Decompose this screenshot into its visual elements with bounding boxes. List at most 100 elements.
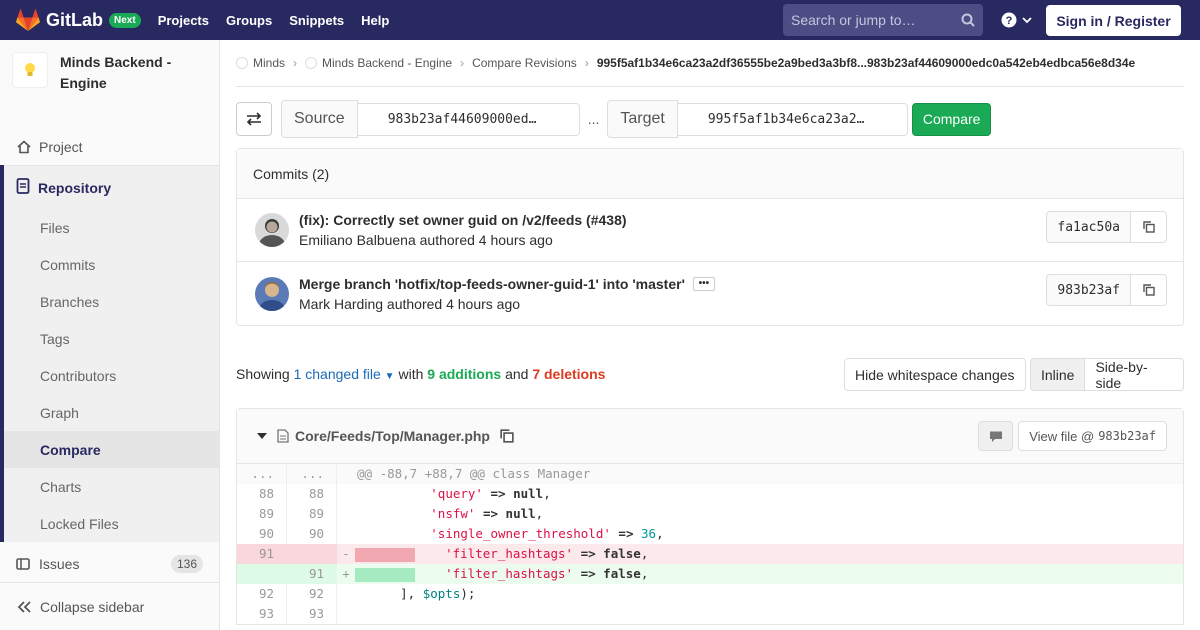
line-number-new[interactable]: 91	[287, 564, 337, 584]
help-dropdown[interactable]: ?	[1001, 12, 1033, 28]
hide-whitespace-button[interactable]: Hide whitespace changes	[844, 358, 1026, 391]
diff-line: 90 90 'single_owner_threshold' => 36,	[237, 524, 1183, 544]
commit-sha[interactable]: fa1ac50a	[1046, 211, 1131, 243]
line-number-old[interactable]: 90	[237, 524, 287, 544]
line-number-old[interactable]: 91	[237, 544, 287, 564]
issues-count-badge: 136	[170, 555, 203, 573]
breadcrumb-current[interactable]: 995f5af1b34e6ca23a2df36555be2a9bed3a3bf8…	[597, 56, 1135, 70]
diff-line: 88 88 'query' => null,	[237, 484, 1183, 504]
line-number-old[interactable]: 88	[237, 484, 287, 504]
home-icon	[16, 139, 32, 154]
nav-groups[interactable]: Groups	[226, 13, 272, 28]
sidebar-item-commits[interactable]: Commits	[4, 246, 219, 283]
avatar[interactable]	[255, 276, 289, 311]
sidebar-item-project[interactable]: Project	[0, 128, 219, 165]
issues-icon	[16, 557, 32, 571]
copy-sha-button[interactable]	[1131, 211, 1167, 243]
sidebar-item-repository[interactable]: Repository	[4, 165, 219, 209]
code-line: 'filter_hashtags' => false,	[355, 564, 1183, 584]
line-number-old[interactable]	[237, 564, 287, 584]
commit-row: (fix): Correctly set owner guid on /v2/f…	[237, 199, 1183, 262]
line-number-new[interactable]: 93	[287, 604, 337, 624]
sidebar-item-graph[interactable]: Graph	[4, 394, 219, 431]
line-number-new[interactable]: 89	[287, 504, 337, 524]
target-label: Target	[607, 100, 678, 138]
nav-help[interactable]: Help	[361, 13, 389, 28]
side-by-side-button[interactable]: Side-by-side	[1085, 358, 1184, 391]
chevron-right-icon: ›	[584, 56, 589, 70]
breadcrumb-minds[interactable]: Minds	[236, 56, 285, 70]
view-file-sha: 983b23af	[1098, 429, 1156, 443]
breadcrumb-project[interactable]: Minds Backend - Engine	[305, 56, 452, 70]
sidebar-item-locked-files[interactable]: Locked Files	[4, 505, 219, 542]
nav-snippets[interactable]: Snippets	[289, 13, 344, 28]
compare-button[interactable]: Compare	[911, 102, 992, 136]
swap-revisions-button[interactable]	[236, 102, 272, 136]
next-badge[interactable]: Next	[109, 12, 141, 28]
line-number-new[interactable]: 88	[287, 484, 337, 504]
breadcrumb-label: Minds Backend - Engine	[322, 56, 453, 70]
copy-icon[interactable]	[500, 429, 514, 443]
sidebar-item-branches[interactable]: Branches	[4, 283, 219, 320]
expand-description-button[interactable]: •••	[692, 276, 715, 291]
hunk-text: @@ -88,7 +88,7 @@ class Manager	[357, 466, 591, 481]
commit-meta: Mark Harding authored 4 hours ago	[299, 295, 521, 312]
added-whitespace-highlight	[355, 567, 415, 582]
stats-and: and	[505, 366, 529, 382]
line-number-old[interactable]: 89	[237, 504, 287, 524]
avatar[interactable]	[255, 213, 289, 247]
file-path[interactable]: Core/Feeds/Top/Manager.php	[295, 428, 490, 444]
diff-line: 93 93	[237, 604, 1183, 624]
commit-title[interactable]: (fix): Correctly set owner guid on /v2/f…	[299, 212, 627, 228]
sidebar-item-label: Issues	[39, 556, 80, 572]
source-label: Source	[281, 100, 358, 138]
deletions-count: 7 deletions	[532, 366, 606, 382]
sidebar-item-tags[interactable]: Tags	[4, 320, 219, 357]
search-placeholder: Search or jump to…	[791, 12, 916, 28]
sidebar-item-contributors[interactable]: Contributors	[4, 357, 219, 394]
changed-files-label: 1 changed file	[293, 366, 381, 382]
sidebar-item-issues[interactable]: Issues 136	[0, 542, 219, 586]
copy-icon	[1142, 284, 1155, 296]
commits-header: Commits (2)	[237, 149, 1183, 199]
line-number-new[interactable]: 90	[287, 524, 337, 544]
sidebar-item-label: Project	[39, 138, 83, 155]
target-ref-dropdown[interactable]: 995f5af1b34e6ca23a2…	[677, 102, 908, 136]
gitlab-logo[interactable]: GitLab Next	[16, 9, 141, 31]
breadcrumb-compare[interactable]: Compare Revisions	[472, 56, 577, 70]
collapse-sidebar-button[interactable]: Collapse sidebar	[0, 582, 219, 630]
tanuki-icon	[16, 9, 40, 31]
line-number-old[interactable]: 92	[237, 584, 287, 604]
changed-files-dropdown[interactable]: 1 changed file ▼	[294, 366, 395, 382]
sidebar-project-header[interactable]: Minds Backend - Engine	[0, 40, 219, 128]
double-chevron-left-icon	[17, 600, 31, 613]
caret-down-icon[interactable]	[257, 432, 267, 440]
line-number-old[interactable]: 93	[237, 604, 287, 624]
line-number-new[interactable]: 92	[287, 584, 337, 604]
commit-title-link[interactable]: Merge branch 'hotfix/top-feeds-owner-gui…	[299, 276, 685, 292]
diff-marker	[337, 504, 355, 524]
commit-title: Merge branch 'hotfix/top-feeds-owner-gui…	[299, 276, 715, 292]
sidebar-item-charts[interactable]: Charts	[4, 468, 219, 505]
sidebar-item-compare[interactable]: Compare	[4, 431, 219, 468]
doc-icon	[16, 178, 30, 197]
inline-view-button[interactable]: Inline	[1030, 358, 1086, 391]
stats-showing: Showing	[236, 366, 290, 382]
source-ref-dropdown[interactable]: 983b23af44609000ed…	[357, 102, 580, 136]
project-name: Minds Backend - Engine	[60, 54, 172, 91]
commit-meta: Emiliano Balbuena authored 4 hours ago	[299, 232, 553, 248]
toggle-comments-button[interactable]	[978, 421, 1013, 451]
nav-projects[interactable]: Projects	[158, 13, 209, 28]
view-file-button[interactable]: View file @983b23af	[1018, 421, 1167, 451]
diff-view-toggle: Inline Side-by-side	[1030, 358, 1184, 391]
sign-in-button[interactable]: Sign in / Register	[1046, 5, 1181, 36]
code-line: ], $opts);	[355, 586, 476, 601]
chevron-right-icon: ›	[293, 56, 298, 70]
search-input[interactable]: Search or jump to…	[783, 4, 983, 36]
removed-whitespace-highlight	[355, 547, 415, 562]
copy-sha-button[interactable]	[1131, 274, 1167, 306]
sidebar-item-files[interactable]: Files	[4, 209, 219, 246]
copy-icon	[1142, 221, 1155, 233]
line-number-new[interactable]	[287, 544, 337, 564]
commit-sha[interactable]: 983b23af	[1046, 274, 1131, 306]
